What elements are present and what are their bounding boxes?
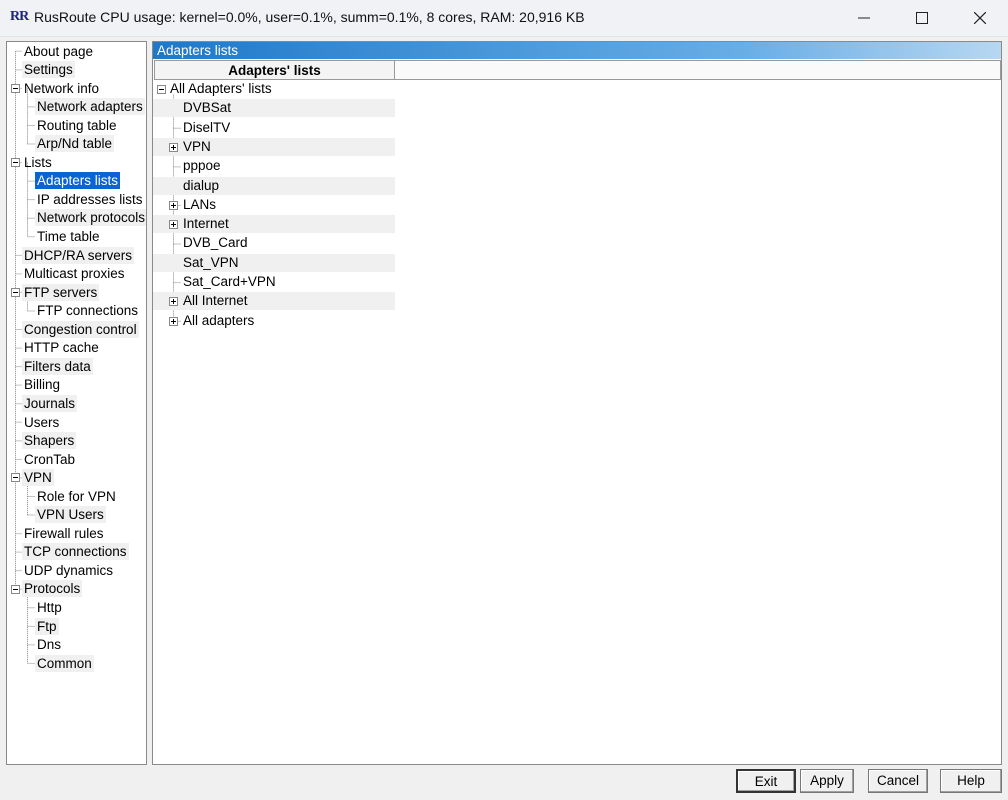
- maximize-button[interactable]: [894, 0, 950, 36]
- nav-item-journals[interactable]: Journals: [22, 394, 78, 412]
- list-item-label: dialup: [183, 177, 220, 193]
- list-item[interactable]: DiselTV: [153, 119, 395, 137]
- collapse-toggle-icon[interactable]: [157, 85, 166, 95]
- nav-item-crontab[interactable]: CronTab: [22, 451, 77, 468]
- collapse-toggle-icon[interactable]: [11, 584, 20, 594]
- list-item[interactable]: Internet: [153, 215, 395, 234]
- nav-item-filters-data[interactable]: Filters data: [22, 357, 93, 375]
- collapse-toggle-icon[interactable]: [11, 158, 20, 168]
- navigation-tree[interactable]: About page Settings Network info Network ad…: [6, 41, 147, 765]
- list-item[interactable]: pppoe: [153, 157, 395, 175]
- nav-item-network-adapters[interactable]: Network adapters: [35, 98, 145, 116]
- list-item-label: All Internet: [183, 293, 248, 309]
- nav-item-ip-addresses-lists[interactable]: IP addresses lists: [35, 191, 145, 208]
- nav-item-http[interactable]: Http: [35, 599, 64, 616]
- collapse-toggle-icon[interactable]: [11, 83, 20, 93]
- column-header-empty: [395, 60, 1001, 80]
- adapters-lists-panel: Adapters lists Adapters' lists All Adapt…: [152, 41, 1002, 765]
- nav-item-ftp[interactable]: Ftp: [35, 617, 59, 635]
- nav-item-adapters-lists[interactable]: Adapters lists: [35, 172, 121, 190]
- nav-item-dhcp-ra-servers[interactable]: DHCP/RA servers: [22, 246, 135, 264]
- list-item-label: DVBSat: [183, 100, 232, 116]
- list-item-label: pppoe: [183, 158, 221, 174]
- nav-item-arp-nd-table[interactable]: Arp/Nd table: [35, 135, 115, 153]
- collapse-toggle-icon[interactable]: [11, 287, 20, 297]
- close-button[interactable]: [952, 0, 1008, 36]
- list-item[interactable]: LANs: [153, 196, 395, 214]
- nav-item-vpn[interactable]: VPN: [22, 469, 54, 487]
- nav-item-multicast-proxies[interactable]: Multicast proxies: [22, 265, 127, 282]
- nav-item-shapers[interactable]: Shapers: [22, 432, 77, 450]
- nav-item-congestion-control[interactable]: Congestion control: [22, 320, 139, 338]
- nav-item-ftp-connections[interactable]: FTP connections: [35, 302, 140, 319]
- apply-button[interactable]: Apply: [800, 769, 854, 793]
- nav-item-common[interactable]: Common: [35, 654, 94, 672]
- list-item-label: DVB_Card: [183, 235, 248, 251]
- nav-item-http-cache[interactable]: HTTP cache: [22, 339, 101, 356]
- cancel-button[interactable]: Cancel: [868, 769, 928, 793]
- column-header-adapters-lists[interactable]: Adapters' lists: [154, 60, 395, 80]
- list-item-label: VPN: [183, 138, 211, 154]
- expand-toggle-icon[interactable]: [169, 200, 178, 210]
- nav-item-about-page[interactable]: About page: [22, 43, 95, 60]
- nav-item-time-table[interactable]: Time table: [35, 228, 102, 245]
- nav-item-role-for-vpn[interactable]: Role for VPN: [35, 488, 118, 505]
- list-item-label: All adapters: [183, 312, 255, 328]
- list-item[interactable]: VPN: [153, 137, 395, 156]
- nav-item-dns[interactable]: Dns: [35, 636, 63, 653]
- list-item[interactable]: dialup: [153, 176, 395, 195]
- expand-toggle-icon[interactable]: [169, 220, 178, 230]
- exit-button[interactable]: Exit: [736, 769, 796, 793]
- list-item-label: Internet: [183, 216, 229, 232]
- nav-item-network-info[interactable]: Network info: [22, 80, 101, 97]
- list-item[interactable]: All adapters: [153, 312, 395, 330]
- nav-item-network-protocols[interactable]: Network protocols: [35, 209, 146, 227]
- nav-item-users[interactable]: Users: [22, 414, 61, 431]
- minimize-button[interactable]: [836, 0, 892, 36]
- minimize-icon: [858, 17, 870, 19]
- nav-item-tcp-connections[interactable]: TCP connections: [22, 543, 129, 561]
- list-item[interactable]: Sat_Card+VPN: [153, 273, 395, 291]
- list-item[interactable]: Sat_VPN: [153, 253, 395, 272]
- nav-item-lists[interactable]: Lists: [22, 154, 54, 171]
- nav-item-settings[interactable]: Settings: [22, 61, 75, 79]
- nav-item-routing-table[interactable]: Routing table: [35, 117, 119, 134]
- list-item-label: Sat_Card+VPN: [183, 274, 276, 289]
- app-logo: RR: [10, 9, 29, 24]
- nav-item-billing[interactable]: Billing: [22, 376, 62, 393]
- expand-toggle-icon[interactable]: [169, 143, 178, 153]
- help-button[interactable]: Help: [940, 769, 1002, 793]
- list-item-label: Sat_VPN: [183, 254, 239, 270]
- close-icon: [974, 12, 986, 24]
- nav-item-ftp-servers[interactable]: FTP servers: [22, 283, 100, 301]
- nav-item-vpn-users[interactable]: VPN Users: [35, 506, 106, 524]
- list-item[interactable]: All Internet: [153, 292, 395, 311]
- collapse-toggle-icon[interactable]: [11, 473, 20, 483]
- list-item-label: LANs: [183, 196, 217, 212]
- list-item[interactable]: DVBSat: [153, 99, 395, 118]
- nav-item-protocols[interactable]: Protocols: [22, 580, 83, 598]
- expand-toggle-icon[interactable]: [169, 297, 178, 307]
- list-item-label: DiselTV: [183, 119, 231, 135]
- maximize-icon: [916, 12, 928, 24]
- window-title: RusRoute CPU usage: kernel=0.0%, user=0.…: [34, 9, 585, 25]
- panel-title: Adapters lists: [153, 42, 1001, 59]
- expand-toggle-icon[interactable]: [169, 316, 178, 326]
- list-item[interactable]: DVB_Card: [153, 234, 395, 252]
- nav-item-firewall-rules[interactable]: Firewall rules: [22, 525, 106, 542]
- list-root-all-adapters-lists[interactable]: All Adapters' lists: [170, 80, 272, 98]
- nav-item-udp-dynamics[interactable]: UDP dynamics: [22, 562, 115, 579]
- title-bar[interactable]: RR RusRoute CPU usage: kernel=0.0%, user…: [0, 0, 1008, 37]
